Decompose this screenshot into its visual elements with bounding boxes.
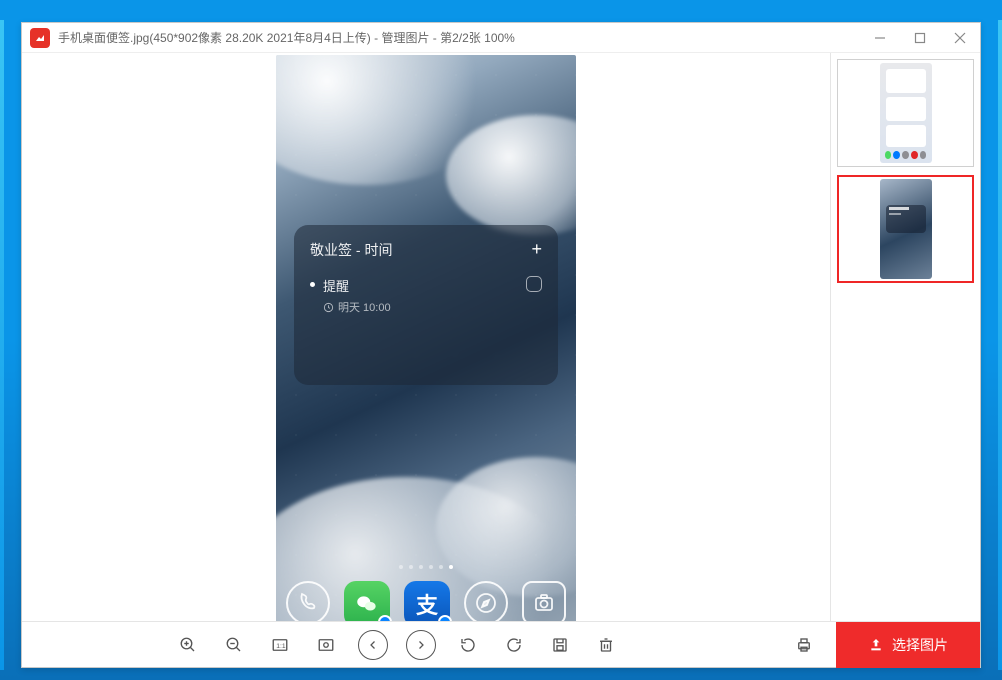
thumbnail-1[interactable]: [837, 59, 974, 167]
rotate-right-button[interactable]: [500, 631, 528, 659]
next-button[interactable]: [406, 630, 436, 660]
actual-size-button[interactable]: 1:1: [266, 631, 294, 659]
compass-icon: [464, 581, 508, 621]
minimize-button[interactable]: [866, 28, 894, 48]
previous-button[interactable]: [358, 630, 388, 660]
task-checkbox: [526, 276, 542, 292]
image-viewer-window: 手机桌面便签.jpg(450*902像素 28.20K 2021年8月4日上传)…: [21, 22, 981, 668]
zoom-in-button[interactable]: [174, 631, 202, 659]
fit-screen-button[interactable]: [312, 631, 340, 659]
close-button[interactable]: [946, 28, 974, 48]
page-indicator: [276, 565, 576, 569]
print-button[interactable]: [790, 631, 818, 659]
svg-text:1:1: 1:1: [276, 643, 286, 650]
task-time: 明天 10:00: [338, 299, 391, 315]
titlebar: 手机桌面便签.jpg(450*902像素 28.20K 2021年8月4日上传)…: [22, 23, 980, 53]
maximize-button[interactable]: [906, 28, 934, 48]
alipay-icon: 支: [404, 581, 450, 621]
thumbnail-sidebar: [830, 53, 980, 621]
thumbnail-2[interactable]: [837, 175, 974, 283]
phone-dock: 支: [276, 581, 576, 621]
preview-image: 敬业签 - 时间 + 提醒 明天 10:00: [276, 55, 576, 621]
image-canvas[interactable]: 敬业签 - 时间 + 提醒 明天 10:00: [22, 53, 830, 621]
zoom-out-button[interactable]: [220, 631, 248, 659]
rotate-left-button[interactable]: [454, 631, 482, 659]
wechat-icon: [344, 581, 390, 621]
select-image-label: 选择图片: [892, 635, 948, 655]
homescreen-widget: 敬业签 - 时间 + 提醒 明天 10:00: [294, 225, 558, 385]
upload-icon: [868, 637, 884, 653]
clock-icon: [323, 302, 334, 313]
save-button[interactable]: [546, 631, 574, 659]
bullet-icon: [310, 282, 315, 287]
task-title: 提醒: [323, 276, 391, 295]
app-logo: [30, 28, 50, 48]
widget-title: 敬业签 - 时间: [310, 240, 392, 260]
bottom-toolbar: 1:1 选择图片: [22, 621, 980, 667]
window-title: 手机桌面便签.jpg(450*902像素 28.20K 2021年8月4日上传)…: [58, 29, 515, 46]
delete-button[interactable]: [592, 631, 620, 659]
plus-icon: +: [531, 239, 542, 260]
phone-icon: [286, 581, 330, 621]
select-image-button[interactable]: 选择图片: [836, 622, 980, 668]
camera-icon: [522, 581, 566, 621]
